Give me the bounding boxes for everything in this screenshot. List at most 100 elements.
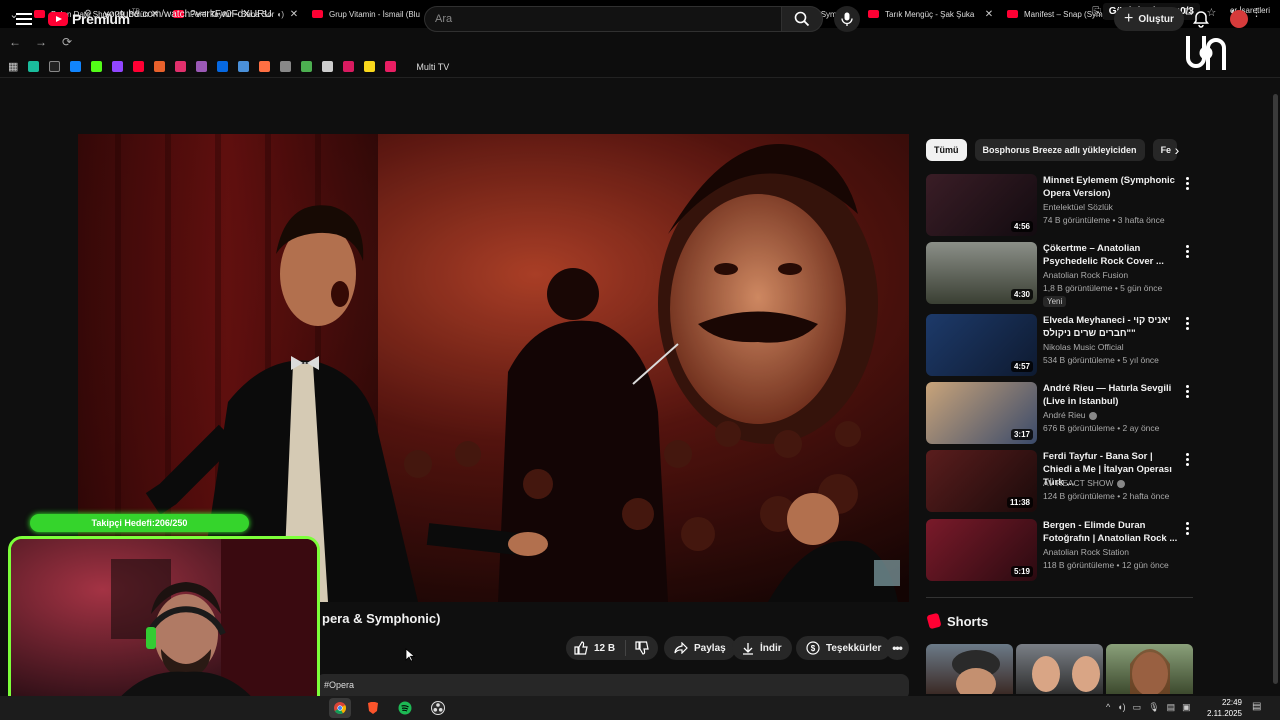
menu-hamburger-icon[interactable]	[16, 13, 32, 25]
video-title[interactable]: Elveda Meyhaneci - יאניס קוּי "חברים שרי…	[1043, 314, 1178, 340]
verified-badge-icon	[1088, 411, 1097, 420]
network-icon[interactable]: ▤	[1167, 702, 1176, 713]
microphone-icon	[841, 12, 853, 26]
bookmark-kick-icon[interactable]	[91, 61, 103, 72]
short-image	[952, 650, 1000, 694]
youtube-premium-logo[interactable]: Premium TR	[48, 9, 140, 27]
search-button[interactable]	[781, 6, 823, 32]
chip-all[interactable]: Tümü	[926, 139, 967, 161]
download-button[interactable]: İndir	[732, 636, 792, 660]
notification-center-icon[interactable]: ▤	[1252, 701, 1261, 712]
page-scrollbar[interactable]	[1271, 80, 1280, 692]
notifications-bell-icon[interactable]	[1192, 10, 1210, 28]
more-actions-wrap: •••	[885, 636, 909, 660]
account-avatar[interactable]	[1230, 10, 1248, 28]
video-thumbnail[interactable]: 4:57	[926, 314, 1037, 376]
share-button[interactable]: Paylaş	[664, 636, 736, 660]
bookmark-photo-icon[interactable]	[343, 61, 355, 72]
video-thumbnail[interactable]: 4:30	[926, 242, 1037, 304]
video-duration: 4:56	[1010, 221, 1033, 232]
chevron-right-icon[interactable]: ›	[1168, 141, 1186, 159]
description-hashtag[interactable]: #Opera	[324, 680, 354, 690]
logo-region: TR	[131, 9, 140, 15]
bookmark-instagram-icon[interactable]	[175, 61, 187, 72]
bookmark-star-icon[interactable]	[259, 61, 271, 72]
video-title[interactable]: André Rieu — Hatırla Sevgili (Live in Is…	[1043, 382, 1178, 408]
recommended-video[interactable]: 3:17 André Rieu — Hatırla Sevgili (Live i…	[926, 382, 1196, 446]
chip-uploader[interactable]: Bosphorus Breeze adlı yükleyiciden	[974, 139, 1145, 161]
channel-name[interactable]: Anatolian Rock Fusion	[1043, 270, 1128, 280]
address-bar-row: ← → ⟳	[0, 28, 1280, 56]
thanks-button[interactable]: $ Teşekkürler	[796, 636, 892, 660]
spotify-taskbar-icon[interactable]	[394, 698, 416, 718]
video-title[interactable]: Çökertme – Anatolian Psychedelic Rock Co…	[1043, 242, 1178, 268]
apps-grid-icon[interactable]: ▦	[8, 60, 18, 73]
bookmark-openai-icon[interactable]	[280, 61, 292, 72]
channel-name[interactable]: Anatolian Rock Station	[1043, 547, 1129, 557]
bookmark-tumblr-icon[interactable]	[196, 61, 208, 72]
create-button[interactable]: + Oluştur	[1114, 7, 1184, 31]
video-duration: 4:30	[1010, 289, 1033, 300]
bookmark-bi-icon[interactable]	[385, 61, 397, 72]
more-vertical-icon[interactable]	[1182, 317, 1192, 331]
search-input[interactable]	[424, 6, 782, 32]
recommended-video[interactable]: 4:57 Elveda Meyhaneci - יאניס קוּי "חברים…	[926, 314, 1196, 378]
bookmark-icon[interactable]	[28, 61, 40, 72]
more-vertical-icon[interactable]	[1182, 522, 1192, 536]
bookmark-vuetify-icon[interactable]	[364, 61, 376, 72]
battery-icon[interactable]: ▭	[1133, 702, 1142, 713]
brave-taskbar-icon[interactable]	[362, 698, 384, 718]
bookmark-e-icon[interactable]	[154, 61, 166, 72]
video-thumbnail[interactable]: 3:17	[926, 382, 1037, 444]
bookmark-v-icon[interactable]	[238, 61, 250, 72]
more-vertical-icon[interactable]	[1182, 177, 1192, 191]
channel-name[interactable]: AV REACT SHOW	[1043, 478, 1125, 488]
like-button[interactable]: 12 B	[566, 640, 626, 656]
more-vertical-icon[interactable]	[1182, 385, 1192, 399]
screen: { "browser": { "tabs": [ {"title": "Balo…	[0, 0, 1280, 720]
spotify-icon	[398, 701, 412, 715]
bookmark-flask-icon[interactable]	[322, 61, 334, 72]
voice-search-button[interactable]	[834, 6, 860, 32]
bookmark-sparkle-icon[interactable]	[301, 61, 313, 72]
video-title[interactable]: Bergen - Elimde Duran Fotoğrafın | Anato…	[1043, 519, 1178, 545]
microphone-tray-icon[interactable]: 🎙︎	[1148, 702, 1159, 713]
reload-icon[interactable]: ⟳	[56, 31, 78, 53]
bookmark-twitch-icon[interactable]	[112, 61, 124, 72]
more-vertical-icon[interactable]	[1182, 453, 1192, 467]
channel-name[interactable]: André Rieu	[1043, 410, 1097, 420]
bookmark-bluesky-icon[interactable]	[70, 61, 82, 72]
forward-icon[interactable]: →	[30, 31, 52, 53]
scrollbar-thumb[interactable]	[1273, 94, 1278, 684]
recommended-video[interactable]: 11:38 Ferdi Tayfur - Bana Sor | Chiedi a …	[926, 450, 1196, 514]
install-app-icon[interactable]: ⎘	[1092, 6, 1101, 19]
video-title[interactable]: Minnet Eylemem (Symphonic Opera Version)	[1043, 174, 1178, 200]
taskbar-clock[interactable]: 22:49 2.11.2025	[1204, 697, 1242, 719]
bookmark-x-icon[interactable]	[49, 61, 61, 72]
video-thumbnail[interactable]: 4:56	[926, 174, 1037, 236]
tray-expand-icon[interactable]: ^	[1106, 702, 1110, 713]
back-icon[interactable]: ←	[4, 31, 26, 53]
more-actions-button[interactable]: •••	[885, 636, 909, 660]
obs-taskbar-icon[interactable]	[427, 698, 449, 718]
thanks-label: Teşekkürler	[826, 642, 882, 654]
recommended-video[interactable]: 4:30 Çökertme – Anatolian Psychedelic Roc…	[926, 242, 1196, 307]
short-thumbnail[interactable]	[1106, 644, 1193, 694]
bookmark-youtube-icon[interactable]	[133, 61, 145, 72]
dislike-button[interactable]	[626, 641, 658, 655]
recommended-video[interactable]: 4:56 Minnet Eylemem (Symphonic Opera Vers…	[926, 174, 1196, 238]
chrome-taskbar-icon[interactable]	[329, 698, 351, 718]
recommended-video[interactable]: 5:19 Bergen - Elimde Duran Fotoğrafın | A…	[926, 519, 1196, 583]
short-thumbnail[interactable]	[1016, 644, 1103, 694]
display-icon[interactable]: ▣	[1182, 702, 1191, 713]
video-thumbnail[interactable]: 11:38	[926, 450, 1037, 512]
bookmark-meta-icon[interactable]	[217, 61, 229, 72]
short-thumbnail[interactable]	[926, 644, 1013, 694]
channel-name[interactable]: Entelektüel Sözlük	[1043, 202, 1113, 212]
download-button-wrap: İndir	[732, 636, 792, 660]
more-vertical-icon[interactable]	[1182, 245, 1192, 259]
volume-icon[interactable]: ◖)	[1117, 702, 1125, 713]
bookmark-multi-tv[interactable]: Multi TV	[416, 62, 449, 72]
channel-name[interactable]: Nikolas Music Official	[1043, 342, 1124, 352]
video-thumbnail[interactable]: 5:19	[926, 519, 1037, 581]
